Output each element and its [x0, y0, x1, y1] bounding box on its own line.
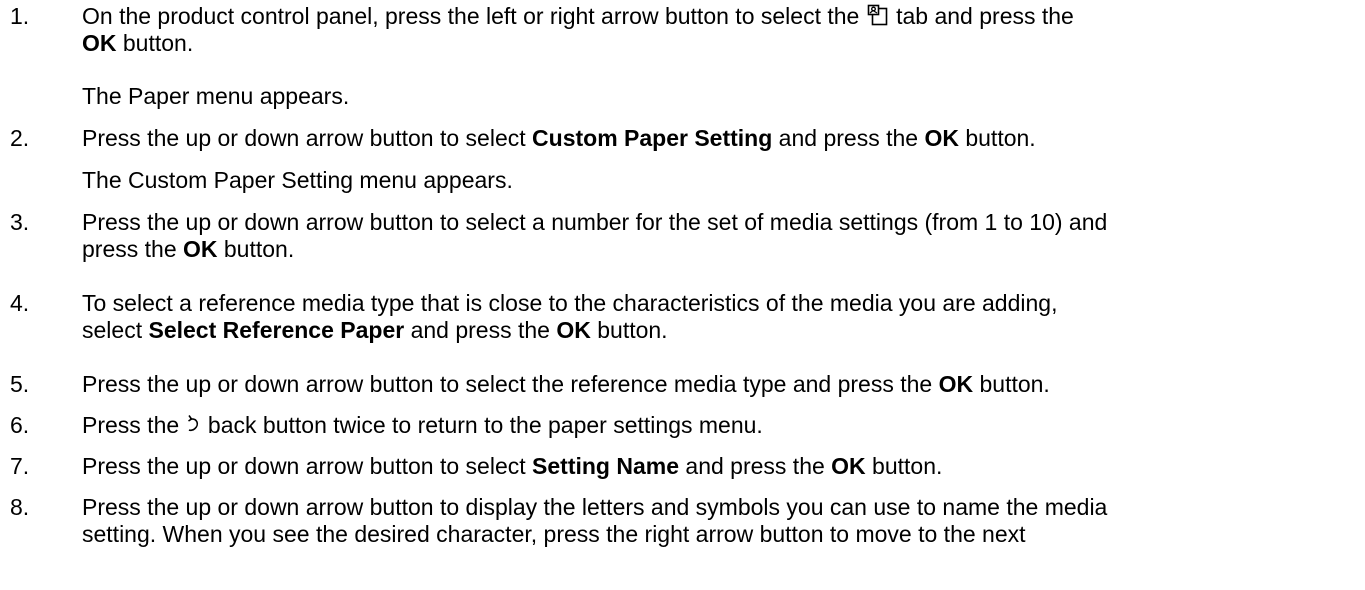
step-text-line: select Select Reference Paper and press … [82, 317, 668, 343]
step-number: 1. [10, 3, 30, 29]
step-text-line: Press the back button twice to return to… [82, 412, 763, 438]
step-6: 6. Press the back button twice to return… [0, 412, 803, 439]
step-text-line: Press the up or down arrow button to sel… [82, 371, 1050, 397]
step-number: 8. [10, 494, 30, 520]
step-number: 5. [10, 371, 30, 397]
step-number: 4. [10, 290, 30, 316]
step-text-line: Press the up or down arrow button to sel… [82, 125, 1036, 151]
step-number: 6. [10, 412, 30, 438]
step-1-result: The Paper menu appears. [82, 83, 350, 109]
step-2: 2. Press the up or down arrow button to … [0, 125, 1076, 152]
back-arrow-icon [187, 413, 201, 435]
step-text-line: To select a reference media type that is… [82, 290, 1058, 316]
step-text-line: Press the up or down arrow button to sel… [82, 209, 1108, 235]
step-8: 8. Press the up or down arrow button to … [0, 494, 1147, 548]
step-text-line: Press the up or down arrow button to dis… [82, 494, 1108, 520]
step-text-line: On the product control panel, press the … [82, 3, 1074, 29]
step-2-result: The Custom Paper Setting menu appears. [82, 167, 513, 193]
step-5: 5. Press the up or down arrow button to … [0, 371, 1090, 398]
step-number: 2. [10, 125, 30, 151]
step-text-line: Press the up or down arrow button to sel… [82, 453, 943, 479]
step-1: 1. On the product control panel, press t… [0, 3, 1114, 57]
step-7: 7. Press the up or down arrow button to … [0, 453, 982, 480]
step-text-line: press the OK button. [82, 236, 295, 262]
paper-tab-icon [867, 4, 889, 26]
step-text-line: setting. When you see the desired charac… [82, 521, 1026, 547]
step-3: 3. Press the up or down arrow button to … [0, 209, 1147, 263]
step-4: 4. To select a reference media type that… [0, 290, 1097, 344]
step-number: 7. [10, 453, 30, 479]
step-text-line: OK button. [82, 30, 194, 56]
step-number: 3. [10, 209, 30, 235]
